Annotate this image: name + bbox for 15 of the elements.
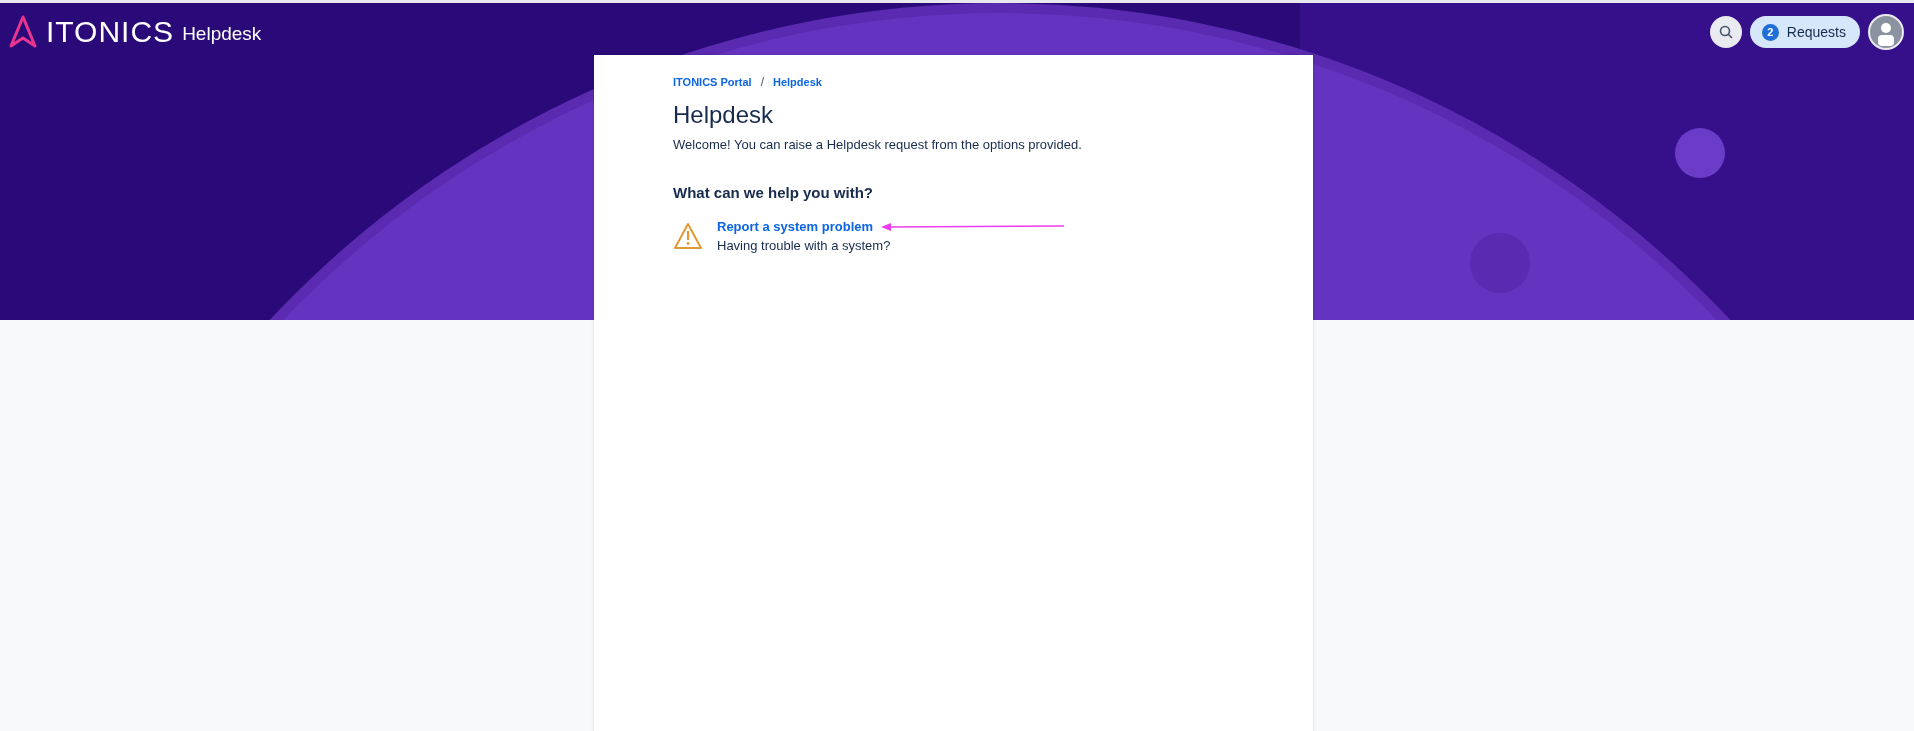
breadcrumb-separator: / [760, 75, 764, 89]
warning-icon [673, 222, 703, 250]
page-title: Helpdesk [673, 101, 775, 129]
product-name: Helpdesk [182, 23, 262, 45]
breadcrumb-link[interactable]: ITONICS Portal [673, 76, 752, 88]
section-heading: What can we help you with? [673, 184, 874, 201]
breadcrumb-link[interactable]: Helpdesk [773, 76, 822, 88]
intro-text: Welcome! You can raise a Helpdesk request from the options provided. [673, 137, 1083, 152]
brand-name: ITONICS [46, 15, 175, 49]
search-icon [1718, 25, 1733, 39]
request-type-link[interactable]: Report a system problem [717, 219, 874, 234]
requests-button[interactable]: 2 Requests [1749, 16, 1860, 48]
logo-icon [8, 15, 38, 49]
request-type-description: Having trouble with a system? [717, 238, 892, 253]
request-count: 2 [1761, 23, 1779, 41]
